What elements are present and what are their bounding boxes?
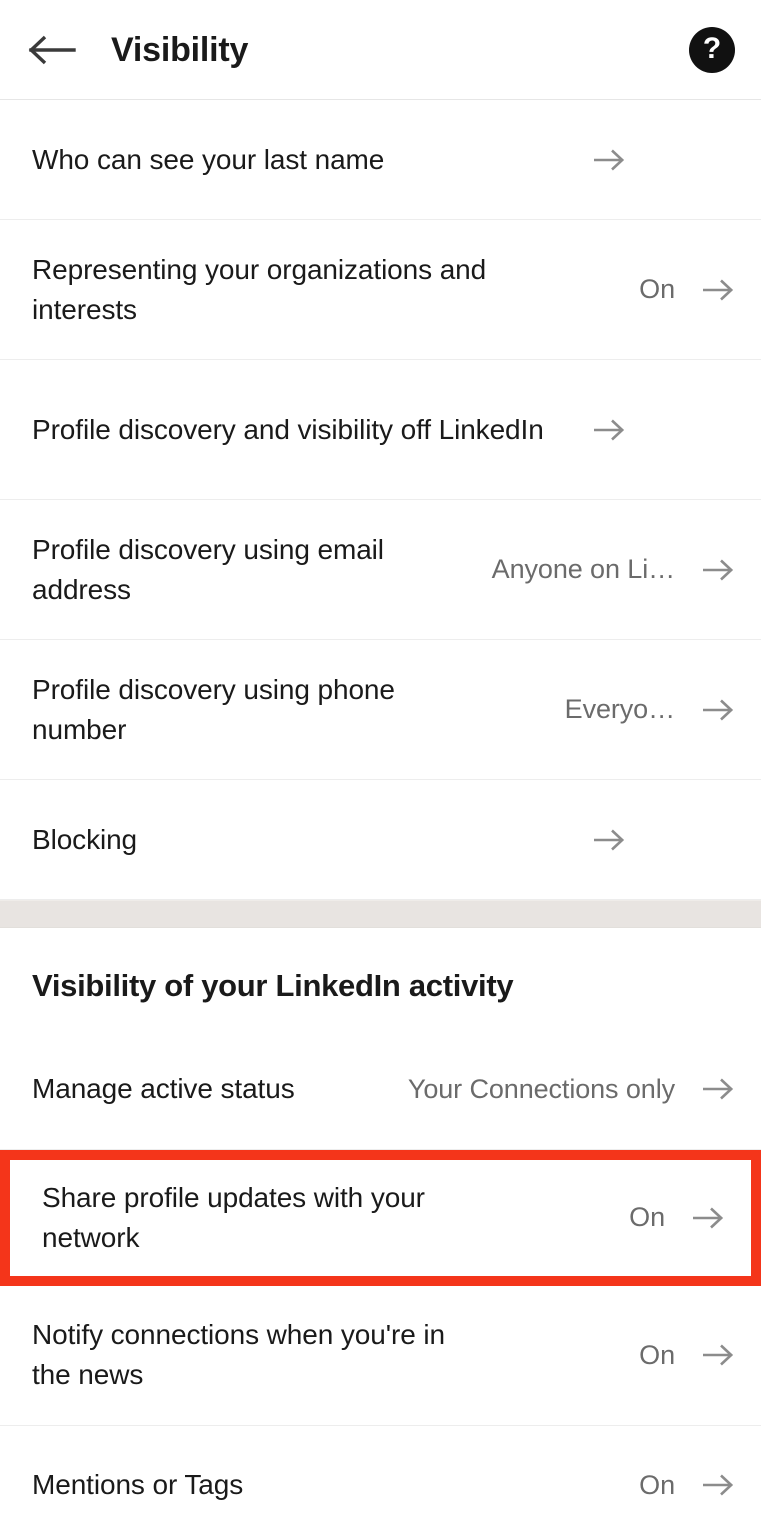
settings-row-label: Who can see your last name [32,143,385,175]
settings-row[interactable]: Profile discovery using email address Any… [0,500,761,640]
help-question-glyph: ? [702,31,722,65]
arrow-left-icon [28,33,78,67]
settings-row[interactable]: Mentions or Tags On [0,1425,761,1536]
settings-row[interactable]: Profile discovery using phone number Ever… [0,640,761,780]
settings-row[interactable]: Manage active status Your Connections onl… [0,1029,761,1150]
settings-row-value: Your Connections only [407,1073,675,1104]
page-title: Visibility [111,30,249,69]
settings-row-value: On [639,1469,675,1500]
arrow-right-icon[interactable] [592,143,626,177]
section-heading: Visibility of your LinkedIn activity [0,928,761,1030]
settings-row[interactable]: Who can see your last name [0,100,761,220]
settings-row[interactable]: Blocking [0,780,761,900]
arrow-right-icon[interactable] [701,1468,735,1502]
arrow-right-icon[interactable] [592,823,626,857]
settings-row-label: Representing your organizations and inte… [32,253,487,325]
settings-row-label: Mentions or Tags [32,1469,244,1501]
settings-row-label: Manage active status [32,1073,295,1105]
settings-section: Manage active status Your Connections onl… [0,1029,761,1536]
settings-row-value: On [639,1339,675,1370]
settings-row-label: Notify connections when you're in the ne… [32,1319,445,1391]
settings-row-label: Profile discovery using phone number [32,673,395,745]
settings-list: Who can see your last name Representing y… [0,100,761,1536]
app-header: Visibility ? [0,0,761,100]
settings-row-value: Everyo… [564,694,675,724]
settings-row-value: Anyone on Li… [491,554,675,584]
settings-row[interactable]: Profile discovery and visibility off Lin… [0,360,761,500]
settings-row-label: Share profile updates with your network [42,1181,425,1253]
visibility-settings-screen: Visibility ? Who can see your last name R… [0,0,761,1536]
arrow-right-icon[interactable] [701,273,735,307]
arrow-right-icon[interactable] [701,693,735,727]
settings-row-label: Blocking [32,823,138,855]
arrow-right-icon[interactable] [592,413,626,447]
arrow-right-icon[interactable] [701,1072,735,1106]
settings-row[interactable]: Share profile updates with your network O… [10,1159,751,1276]
back-button[interactable] [28,22,84,78]
settings-row-value: On [629,1202,665,1233]
arrow-right-icon[interactable] [701,1338,735,1372]
settings-section: Who can see your last name Representing y… [0,100,761,900]
settings-row-label: Profile discovery and visibility off Lin… [32,413,544,445]
highlight-box: Share profile updates with your network O… [0,1149,761,1286]
settings-row[interactable]: Notify connections when you're in the ne… [0,1285,761,1426]
arrow-right-icon[interactable] [691,1201,725,1235]
settings-row[interactable]: Representing your organizations and inte… [0,220,761,360]
help-question-circle-icon[interactable]: ? [689,26,735,73]
settings-row-label: Profile discovery using email address [32,533,384,605]
section-divider-band [0,900,761,928]
arrow-right-icon[interactable] [701,553,735,587]
settings-row-value: On [639,274,675,304]
